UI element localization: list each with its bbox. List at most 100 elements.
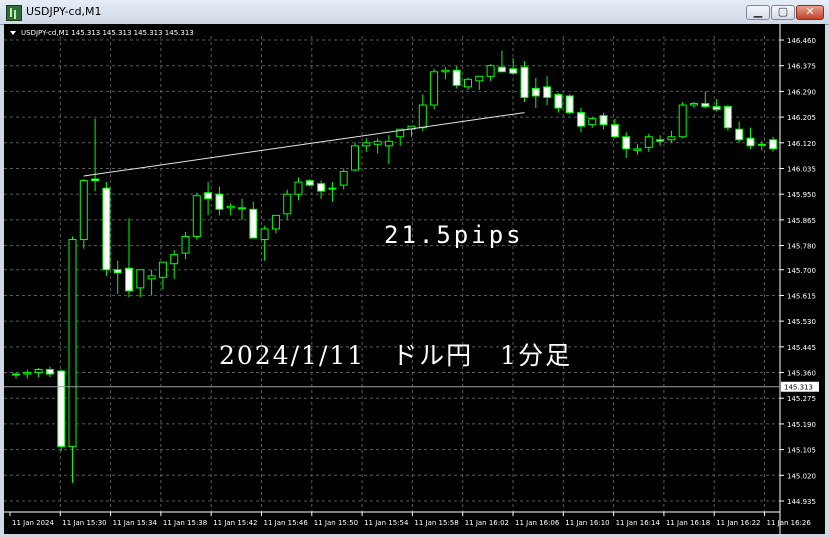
candle-body <box>79 180 88 241</box>
date-annotation[interactable]: 2024/1/11 ドル円 1分足 <box>219 341 572 370</box>
trendline <box>83 112 525 177</box>
candle-body <box>678 104 687 138</box>
candle <box>554 92 563 113</box>
y-tick-label: 145.780 <box>787 243 816 251</box>
candle-body <box>238 207 246 210</box>
trendline-layer[interactable] <box>83 112 525 177</box>
candle <box>305 179 314 187</box>
candle-body <box>656 139 665 142</box>
candle <box>622 132 631 158</box>
candle <box>769 136 778 152</box>
title-bar[interactable]: USDJPY-cd,M1 ▁ ▢ ✕ <box>0 0 829 25</box>
candle <box>271 214 280 234</box>
candle <box>317 180 326 199</box>
candle <box>599 112 608 130</box>
candle <box>79 179 88 249</box>
candle-body <box>260 228 269 241</box>
candle <box>543 76 552 106</box>
candle <box>158 261 167 290</box>
candle-body <box>633 148 642 151</box>
candle-body <box>599 115 608 126</box>
close-button[interactable]: ✕ <box>796 5 824 20</box>
candles <box>12 50 778 483</box>
x-tick-label: 11 Jan 15:38 <box>163 519 207 527</box>
candle <box>215 186 224 216</box>
candle <box>588 117 597 128</box>
candle-body <box>430 71 439 106</box>
candle <box>723 105 732 131</box>
chart-app-icon <box>6 5 22 21</box>
candle <box>260 225 269 261</box>
candle-body <box>339 171 348 186</box>
y-tick-label: 145.865 <box>787 217 816 225</box>
grid <box>4 36 780 512</box>
candle-body <box>769 139 778 150</box>
candle-body <box>509 68 518 74</box>
x-tick-label: 11 Jan 15:54 <box>364 519 409 527</box>
candlestick-chart[interactable]: 146.460 146.375 146.290 146.205 146.120 146.0… <box>4 24 825 534</box>
minimize-button[interactable]: ▁ <box>746 5 770 20</box>
candle-body <box>520 66 529 98</box>
candle-body <box>690 103 698 106</box>
candle-body <box>452 69 461 86</box>
candle <box>102 182 111 276</box>
terminal-window: USDJPY-cd,M1 ▁ ▢ ✕ 146.460 146.375 146.290… <box>0 0 829 537</box>
candle <box>23 369 32 379</box>
candle <box>497 50 506 73</box>
symbol-menu-icon[interactable] <box>10 31 16 35</box>
candle-body <box>610 124 619 138</box>
pips-annotation[interactable]: 21.5pips <box>384 221 524 249</box>
candle <box>45 366 54 378</box>
candle-body <box>757 143 766 146</box>
candle-body <box>486 65 495 77</box>
candle <box>113 260 122 294</box>
candle-body <box>147 275 156 280</box>
candle <box>57 369 66 452</box>
candle <box>226 203 235 216</box>
candle-body <box>497 66 506 73</box>
y-tick-label: 145.530 <box>787 318 816 326</box>
candle <box>701 91 710 109</box>
candle <box>68 236 77 483</box>
candle-body <box>723 106 732 129</box>
candle-body <box>362 142 371 147</box>
candle-body <box>23 372 32 375</box>
candle <box>633 144 642 155</box>
candle-body <box>125 267 133 292</box>
candle-body <box>215 193 224 210</box>
close-icon: ✕ <box>805 5 815 18</box>
candle-body <box>192 195 201 238</box>
x-tick-label: 11 Jan 15:50 <box>314 519 358 527</box>
chart-area[interactable]: 146.460 146.375 146.290 146.205 146.120 146.0… <box>4 24 825 534</box>
candle <box>192 192 201 240</box>
candle <box>91 118 100 192</box>
time-axis: 11 Jan 2024 11 Jan 15:30 11 Jan 15:34 11 Ja… <box>9 512 811 527</box>
candle <box>441 67 450 80</box>
candle-body <box>577 112 585 127</box>
current-price-layer: 145.313 <box>4 381 819 392</box>
candle-body <box>158 261 167 278</box>
candle <box>373 138 382 154</box>
candle-body <box>351 145 359 171</box>
y-tick-label: 145.190 <box>787 421 816 429</box>
x-tick-label: 11 Jan 16:10 <box>565 519 609 527</box>
x-tick-label: 11 Jan 16:18 <box>666 519 710 527</box>
candle-body <box>622 136 631 150</box>
maximize-button[interactable]: ▢ <box>771 5 795 20</box>
candle-body <box>136 269 145 289</box>
candle-body <box>170 254 179 265</box>
candle-body <box>588 118 597 126</box>
candle <box>396 128 405 146</box>
current-price-label: 145.313 <box>784 384 813 392</box>
candle <box>328 182 337 202</box>
candle-body <box>102 187 111 271</box>
candle-body <box>305 180 314 186</box>
candle <box>690 101 698 109</box>
candle-body <box>384 140 393 147</box>
y-tick-label: 146.035 <box>787 165 816 173</box>
candle-body <box>68 239 77 448</box>
y-tick-label: 145.360 <box>787 370 816 378</box>
candle-body <box>271 214 280 230</box>
candle <box>610 118 619 139</box>
candle <box>656 135 665 146</box>
